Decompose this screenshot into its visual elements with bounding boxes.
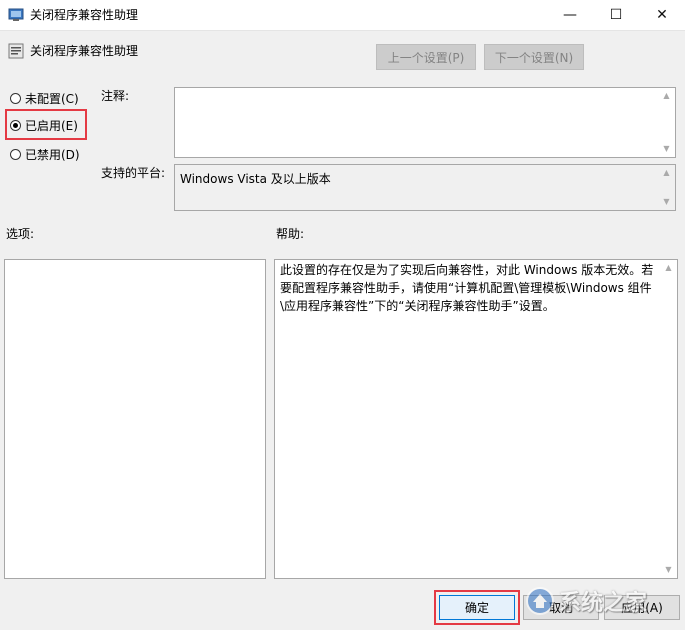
ok-highlight-frame [434,590,520,625]
radio-circle-icon [10,92,21,104]
options-panel [4,259,266,579]
scroll-up-icon: ▲ [663,91,670,100]
scroll-down-icon: ▼ [663,144,670,153]
close-button[interactable]: ✕ [639,0,685,30]
radio-disabled[interactable]: 已禁用(D) [10,144,80,164]
radio-label: 已禁用(D) [25,147,80,162]
options-label: 选项: [6,227,35,241]
previous-setting-button[interactable]: 上一个设置(P) [376,44,476,70]
help-text: 此设置的存在仅是为了实现后向兼容性，对此 Windows 版本无效。若要配置程序… [280,263,654,313]
close-icon: ✕ [656,7,668,23]
next-setting-button[interactable]: 下一个设置(N) [484,44,584,70]
apply-button[interactable]: 应用(A) [604,595,680,620]
radio-circle-icon [10,148,21,160]
radio-not-configured[interactable]: 未配置(C) [10,88,79,108]
radio-label: 未配置(C) [25,91,79,106]
cancel-button[interactable]: 取消 [523,595,599,620]
policy-window-icon [8,8,24,21]
supported-platform-value: Windows Vista 及以上版本 [180,172,331,186]
scroll-down-icon: ▼ [663,197,670,206]
supported-platform-label: 支持的平台: [101,166,166,180]
scroll-up-icon: ▲ [663,168,670,177]
maximize-icon: ☐ [609,7,623,23]
comment-label: 注释: [101,89,130,103]
maximize-button[interactable]: ☐ [593,0,639,30]
help-scrollbar[interactable]: ▲ ▼ [660,260,677,578]
comment-textarea[interactable] [174,87,676,158]
scroll-down-icon: ▼ [665,565,672,574]
minimize-button[interactable]: — [547,0,593,30]
window-title: 关闭程序兼容性助理 [30,8,139,22]
scroll-up-icon: ▲ [665,263,672,272]
help-label: 帮助: [276,227,305,241]
policy-setting-icon [8,43,24,59]
platform-scrollbar[interactable]: ▲ ▼ [658,165,675,210]
enabled-highlight-frame [5,109,87,140]
comment-scrollbar[interactable]: ▲ ▼ [658,88,675,157]
minimize-icon: — [563,7,577,23]
policy-title: 关闭程序兼容性助理 [30,44,139,58]
